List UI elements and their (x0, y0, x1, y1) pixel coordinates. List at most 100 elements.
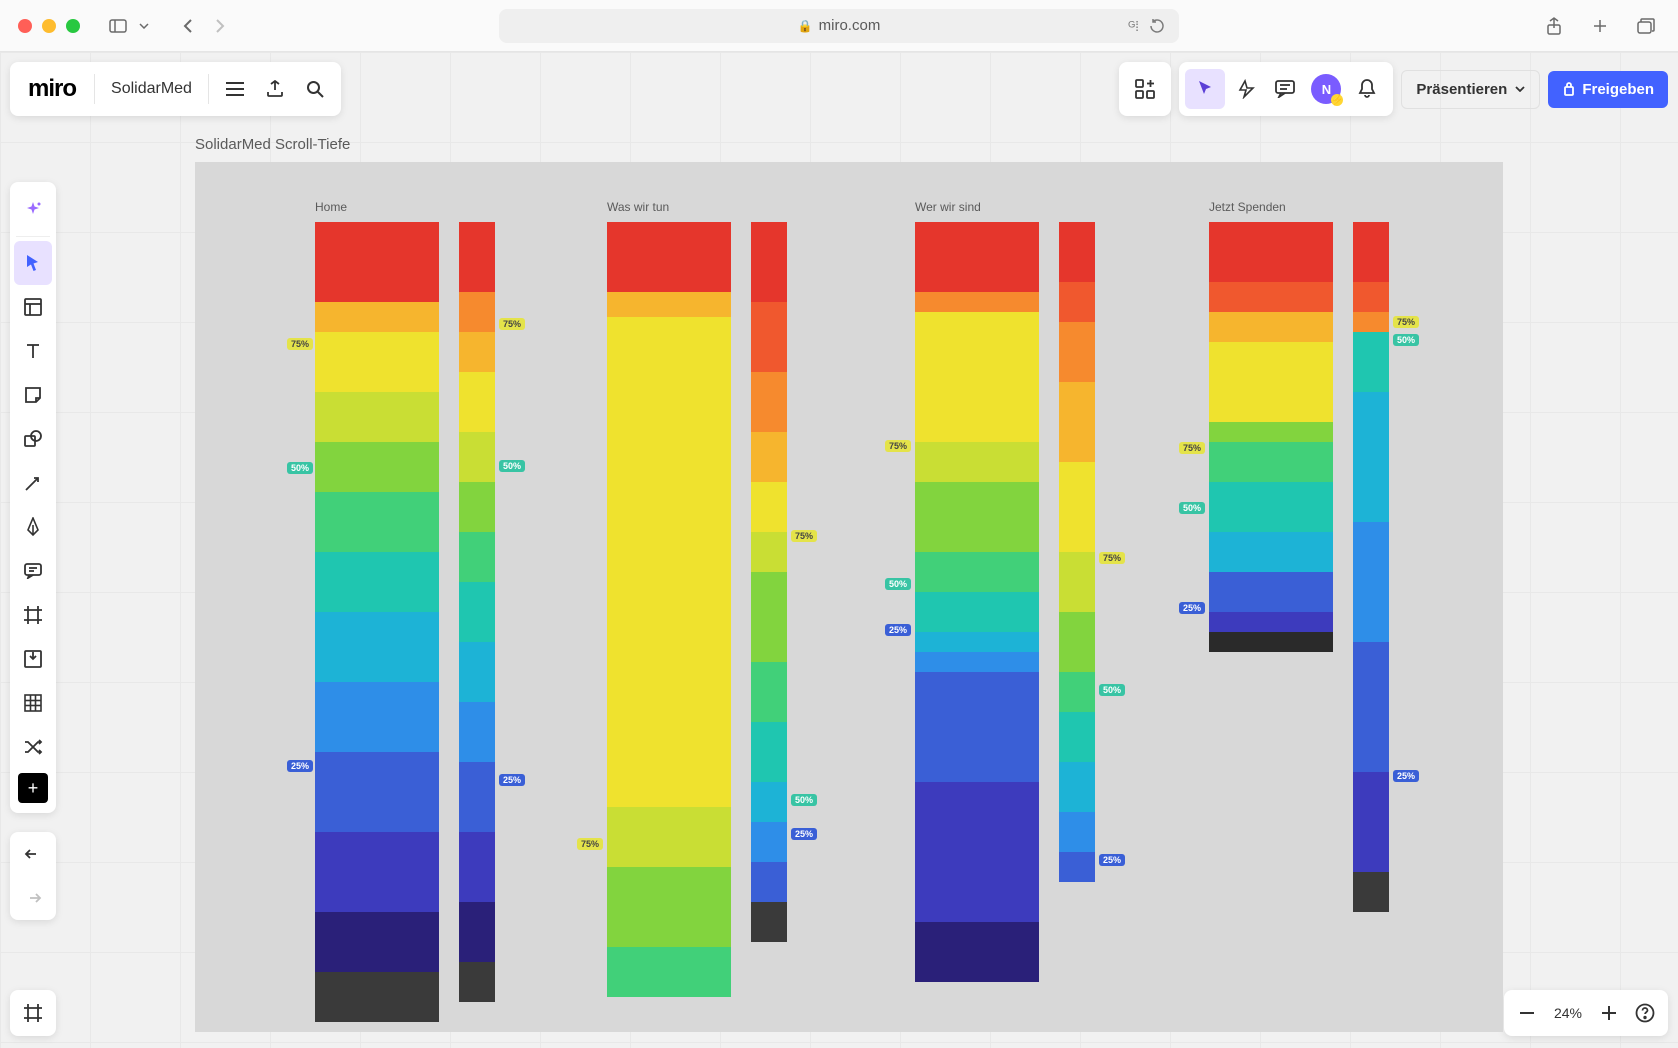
page-group-jetztspenden: Jetzt Spenden 75% 50% 25% (1209, 200, 1389, 912)
frames-panel-button[interactable] (10, 990, 56, 1036)
scroll-badge: 75% (1099, 552, 1125, 564)
apps-box (1119, 62, 1171, 116)
zoom-out-button[interactable] (1512, 998, 1542, 1028)
tab-overview-icon[interactable] (1632, 12, 1660, 40)
select-mode-button[interactable] (1185, 69, 1225, 109)
page-title-label: Home (315, 200, 495, 214)
table-tool-button[interactable] (10, 681, 56, 725)
chevron-down-icon[interactable] (136, 12, 152, 40)
page-title-label: Wer wir sind (915, 200, 1095, 214)
scroll-badge: 25% (499, 774, 525, 786)
board-header-toolbar: miro SolidarMed (10, 62, 341, 116)
undo-button[interactable] (10, 832, 56, 876)
scroll-badge: 25% (1393, 770, 1419, 782)
sticky-note-tool-button[interactable] (10, 373, 56, 417)
scroll-badge: 75% (791, 530, 817, 542)
scroll-badge: 25% (287, 760, 313, 772)
present-button[interactable]: Präsentieren (1401, 70, 1540, 109)
scroll-heatmap-narrow: 75% 50% 25% (459, 222, 495, 1002)
translate-icon[interactable]: ᴳ⁞ (1128, 18, 1139, 34)
share-button[interactable]: Freigeben (1548, 71, 1668, 108)
scroll-badge: 75% (1179, 442, 1205, 454)
templates-tool-button[interactable] (10, 285, 56, 329)
url-bar[interactable]: 🔒 miro.com ᴳ⁞ (499, 9, 1179, 43)
url-host: miro.com (819, 17, 881, 34)
browser-chrome: 🔒 miro.com ᴳ⁞ (0, 0, 1678, 52)
window-minimize-button[interactable] (42, 19, 56, 33)
share-sheet-icon[interactable] (1540, 12, 1568, 40)
scroll-heatmap-narrow: 75% 50% 25% (1059, 222, 1095, 882)
page-group-home: Home 75% 50% (315, 200, 495, 1022)
scroll-badge: 25% (1179, 602, 1205, 614)
scroll-badge: 50% (1179, 502, 1205, 514)
board-name[interactable]: SolidarMed (101, 80, 202, 98)
shuffle-tool-button[interactable] (10, 725, 56, 769)
scroll-heatmap-wide: 75% 50% 25% (1209, 222, 1333, 652)
text-tool-button[interactable] (10, 329, 56, 373)
frame-title[interactable]: SolidarMed Scroll-Tiefe (195, 136, 350, 153)
page-title-label: Jetzt Spenden (1209, 200, 1389, 214)
scroll-badge: 75% (287, 338, 313, 350)
divider (94, 74, 95, 104)
new-tab-icon[interactable] (1586, 12, 1614, 40)
more-tools-button[interactable]: + (18, 773, 48, 803)
scroll-heatmap-narrow: 75% 50% 25% (1353, 222, 1389, 912)
user-avatar[interactable]: N (1311, 74, 1341, 104)
divider (208, 74, 209, 104)
scroll-badge: 50% (1099, 684, 1125, 696)
scroll-badge: 25% (791, 828, 817, 840)
nav-forward-button[interactable] (206, 12, 234, 40)
scroll-heatmap-wide: 75% (607, 222, 731, 997)
reactions-button[interactable] (1225, 69, 1265, 109)
line-tool-button[interactable] (10, 461, 56, 505)
ai-tool-button[interactable] (10, 188, 56, 232)
zoom-level[interactable]: 24% (1548, 1005, 1588, 1021)
help-button[interactable] (1630, 998, 1660, 1028)
scroll-badge: 50% (885, 578, 911, 590)
select-tool-button[interactable] (14, 241, 52, 285)
scroll-heatmap-wide: 75% 50% 25% (915, 222, 1039, 982)
sidebar-toggle-icon[interactable] (104, 12, 132, 40)
window-maximize-button[interactable] (66, 19, 80, 33)
scroll-heatmap-wide: 75% 50% 25% (315, 222, 439, 1022)
export-button[interactable] (255, 69, 295, 109)
miro-logo[interactable]: miro (16, 75, 88, 103)
reload-icon[interactable] (1149, 18, 1165, 34)
nav-back-button[interactable] (174, 12, 202, 40)
add-widget-button[interactable] (1125, 69, 1165, 109)
notifications-button[interactable] (1347, 69, 1387, 109)
scroll-heatmap-narrow: 75% 50% 25% (751, 222, 787, 942)
zoom-controls: 24% (1504, 990, 1668, 1036)
scroll-badge: 25% (1099, 854, 1125, 866)
shape-tool-button[interactable] (10, 417, 56, 461)
scroll-badge: 50% (287, 462, 313, 474)
scroll-badge: 50% (1393, 334, 1419, 346)
zoom-in-button[interactable] (1594, 998, 1624, 1028)
scroll-badge: 50% (499, 460, 525, 472)
upload-tool-button[interactable] (10, 637, 56, 681)
traffic-lights (18, 19, 80, 33)
scroll-badge: 50% (791, 794, 817, 806)
scroll-badge: 75% (577, 838, 603, 850)
scroll-badge: 25% (885, 624, 911, 636)
miro-frame[interactable]: SolidarMed Scroll-Tiefe Home (195, 162, 1503, 1032)
top-right-controls: N Präsentieren Freigeben (1119, 62, 1668, 116)
comment-tool-button[interactable] (10, 549, 56, 593)
pen-tool-button[interactable] (10, 505, 56, 549)
comments-button[interactable] (1265, 69, 1305, 109)
frame-tool-button[interactable] (10, 593, 56, 637)
redo-button[interactable] (10, 876, 56, 920)
main-menu-button[interactable] (215, 69, 255, 109)
collab-box: N (1179, 62, 1393, 116)
scroll-badge: 75% (499, 318, 525, 330)
url-right-controls: ᴳ⁞ (1128, 18, 1165, 34)
tools-toolbar: + (10, 182, 56, 813)
search-button[interactable] (295, 69, 335, 109)
lock-icon: 🔒 (798, 19, 813, 33)
page-group-waswirtun: Was wir tun 75% (607, 200, 787, 997)
window-close-button[interactable] (18, 19, 32, 33)
undo-redo-box (10, 832, 56, 920)
scroll-badge: 75% (885, 440, 911, 452)
miro-canvas-area[interactable]: miro SolidarMed (0, 52, 1678, 1048)
page-title-label: Was wir tun (607, 200, 787, 214)
